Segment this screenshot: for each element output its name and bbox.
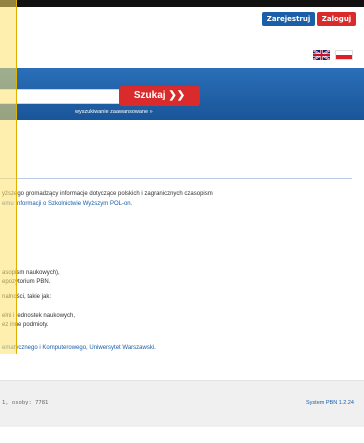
uk-flag-icon[interactable] [313, 50, 330, 60]
description-line: yższego gromadzący informacje dotyczące … [2, 191, 213, 197]
search-button[interactable]: Szukaj ❯❯ [119, 86, 200, 106]
highlight-overlay [0, 0, 17, 354]
pl-flag-red [336, 55, 352, 59]
login-button[interactable]: Zaloguj [317, 12, 356, 26]
top-strip [0, 0, 364, 7]
page-footer: 1, osoby: 7781 System PBN 1.2.24 [0, 380, 364, 427]
description-line: ematycznego i Komputerowego, Uniwersytet… [2, 345, 156, 351]
advanced-search-link[interactable]: wyszukiwanie zaawansowane » [75, 109, 153, 115]
register-button[interactable]: Zarejestruj [262, 12, 315, 26]
system-version-link[interactable]: System PBN 1.2.24 [306, 400, 354, 406]
user-count-text: 1, osoby: 7781 [2, 400, 49, 406]
search-input[interactable] [0, 89, 120, 104]
pl-flag-icon[interactable] [335, 50, 353, 60]
icm-link[interactable]: ematycznego i Komputerowego, Uniwersytet… [2, 345, 156, 351]
pol-on-link[interactable]: emu Informacji o Szkolnictwie Wyższym PO… [2, 201, 132, 207]
description-line: emu Informacji o Szkolnictwie Wyższym PO… [2, 201, 132, 207]
content-divider [0, 178, 352, 179]
